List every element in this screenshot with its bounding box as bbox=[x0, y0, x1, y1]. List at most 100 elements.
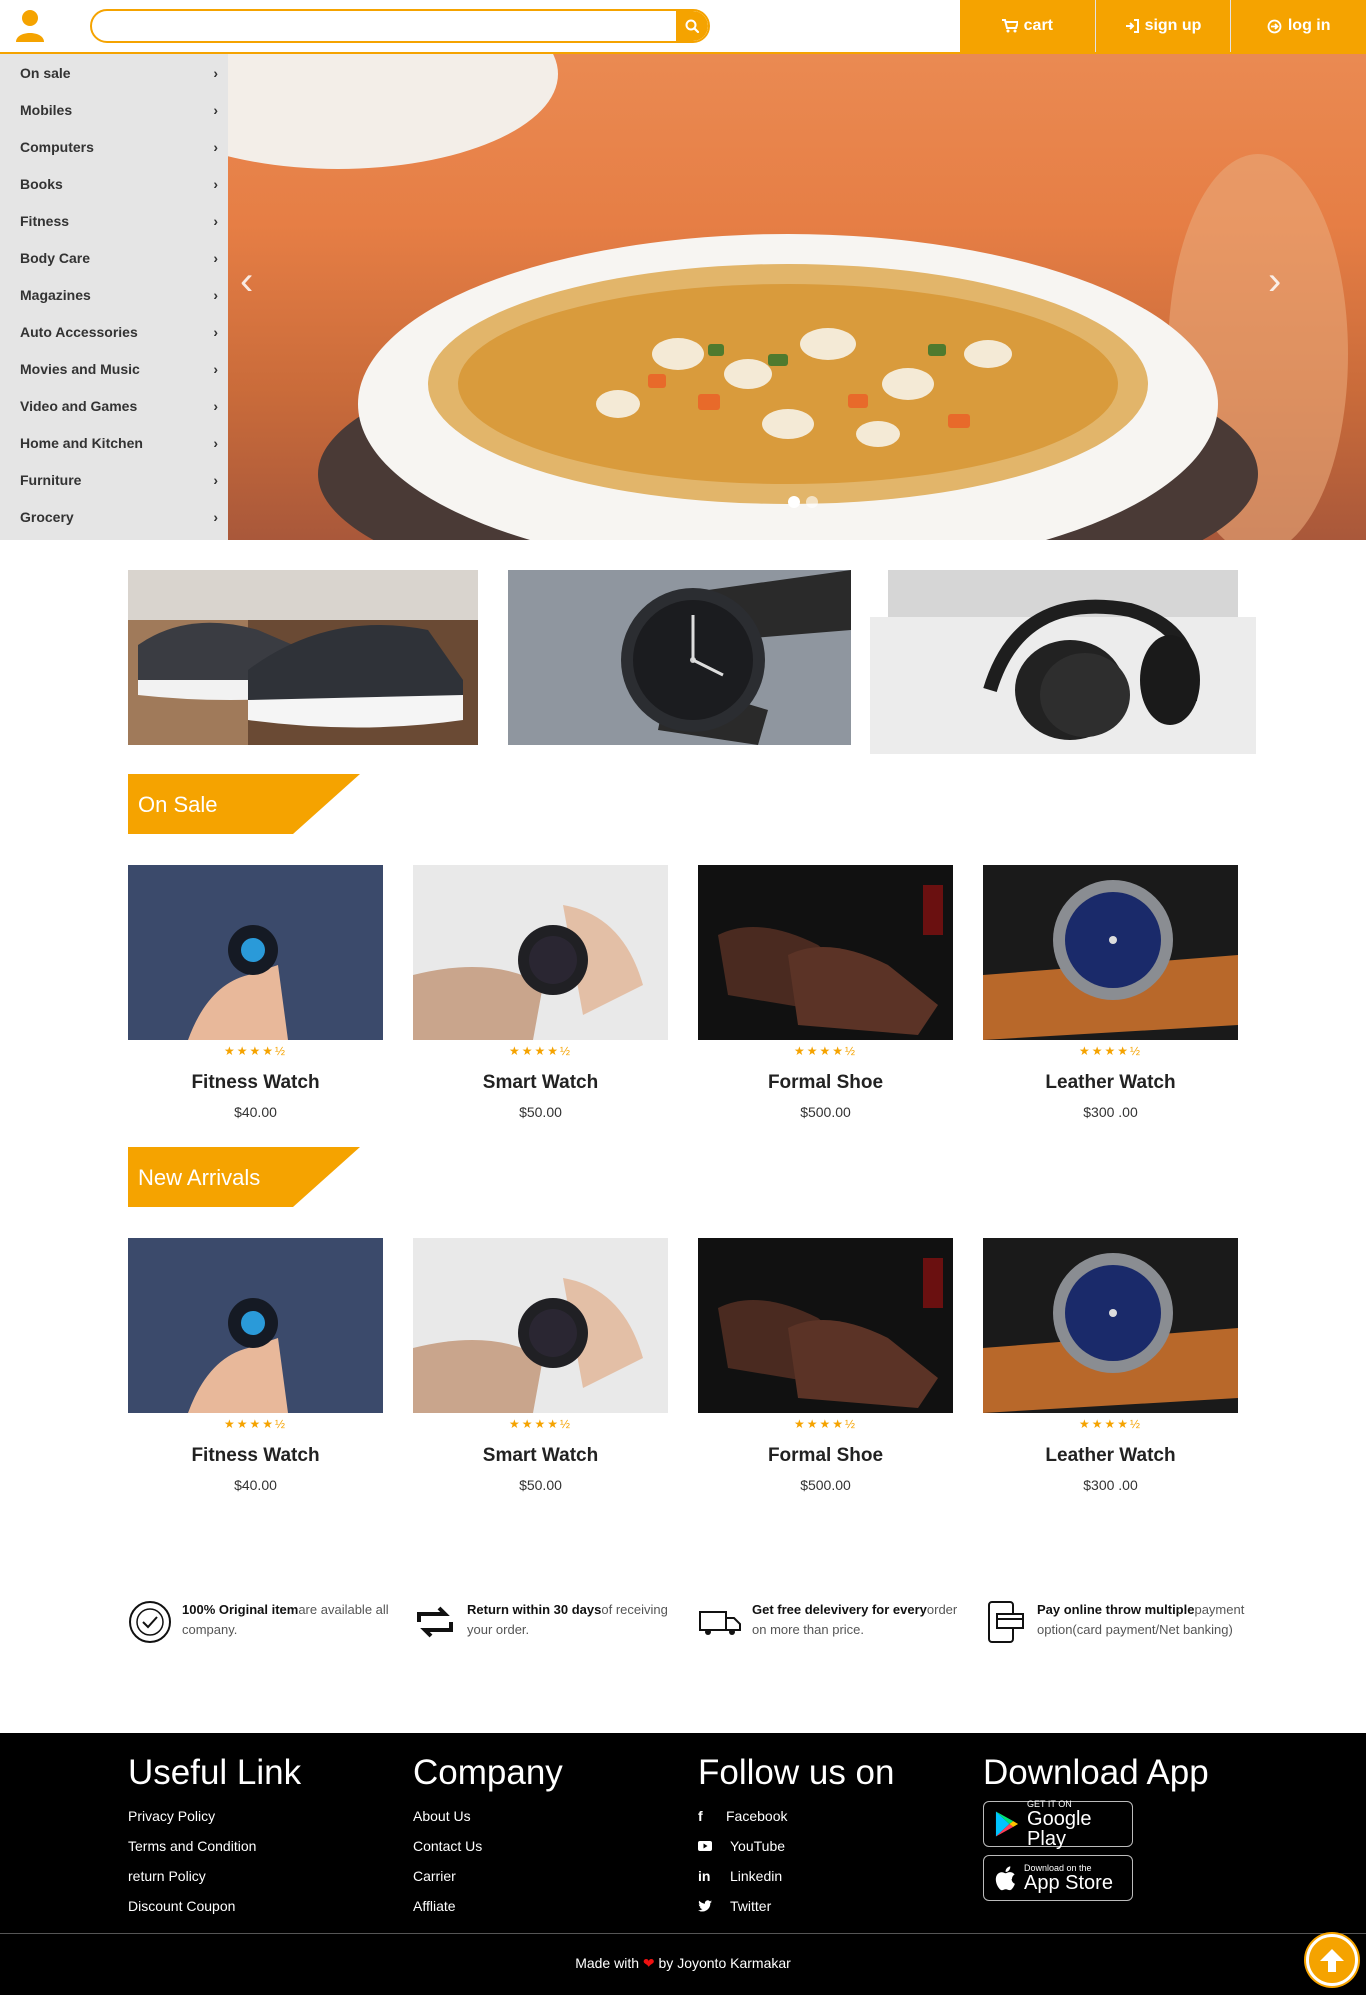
formal-shoe-image[interactable] bbox=[698, 865, 953, 1040]
fitness-watch-image[interactable] bbox=[128, 1238, 383, 1413]
delivery-truck-icon bbox=[699, 1611, 741, 1635]
footer-link-about[interactable]: About Us bbox=[413, 1801, 563, 1831]
sidebar-item-magazines[interactable]: Magazines › bbox=[0, 276, 228, 313]
rating-stars: ★★★★½ bbox=[793, 1044, 858, 1058]
footer-link-carrier[interactable]: Carrier bbox=[413, 1861, 563, 1891]
sidebar-item-label: Video and Games bbox=[20, 397, 138, 414]
product-card[interactable]: ★★★★½ Fitness Watch $40.00 bbox=[128, 865, 383, 1120]
footer-useful-links: Useful Link Privacy Policy Terms and Con… bbox=[128, 1753, 301, 1921]
footer-link-contact[interactable]: Contact Us bbox=[413, 1831, 563, 1861]
google-play-button[interactable]: GET IT ON Google Play bbox=[983, 1799, 1133, 1849]
sidebar-item-video-games[interactable]: Video and Games › bbox=[0, 387, 228, 424]
product-name[interactable]: Leather Watch bbox=[983, 1445, 1238, 1467]
footer-link-terms[interactable]: Terms and Condition bbox=[128, 1831, 301, 1861]
footer-link-youtube[interactable]: YouTube bbox=[698, 1831, 894, 1861]
footer-link-linkedin[interactable]: in Linkedin bbox=[698, 1861, 894, 1891]
product-card[interactable]: ★★★★½ Leather Watch $300 .00 bbox=[983, 1238, 1238, 1493]
headphones-banner[interactable] bbox=[870, 570, 1256, 754]
search-button[interactable] bbox=[676, 11, 708, 41]
leather-watch-image[interactable] bbox=[983, 1238, 1238, 1413]
sidebar-item-mobiles[interactable]: Mobiles › bbox=[0, 91, 228, 128]
footer-link-twitter[interactable]: Twitter bbox=[698, 1891, 894, 1921]
user-icon[interactable] bbox=[14, 8, 46, 42]
product-name[interactable]: Leather Watch bbox=[983, 1072, 1238, 1094]
social-label: YouTube bbox=[730, 1838, 786, 1854]
footer-link-affiliate[interactable]: Affliate bbox=[413, 1891, 563, 1921]
product-card[interactable]: ★★★★½ Smart Watch $50.00 bbox=[413, 865, 668, 1120]
feature-delivery: Get free delevivery for everyorder on mo… bbox=[698, 1600, 968, 1644]
cart-icon bbox=[1001, 19, 1018, 33]
new-arrivals-title: New Arrivals bbox=[138, 1165, 261, 1190]
footer-link-privacy[interactable]: Privacy Policy bbox=[128, 1801, 301, 1831]
product-name[interactable]: Fitness Watch bbox=[128, 1072, 383, 1094]
youtube-icon bbox=[698, 1841, 712, 1851]
sidebar-item-computers[interactable]: Computers › bbox=[0, 128, 228, 165]
sidebar-item-movies-music[interactable]: Movies and Music › bbox=[0, 350, 228, 387]
cart-button[interactable]: cart bbox=[960, 0, 1096, 52]
carousel-next-icon[interactable]: › bbox=[1268, 259, 1281, 304]
footer-follow: Follow us on f Facebook YouTube in Linkedi… bbox=[698, 1753, 894, 1921]
product-card[interactable]: ★★★★½ Formal Shoe $500.00 bbox=[698, 1238, 953, 1493]
scroll-to-top-button[interactable] bbox=[1306, 1934, 1358, 1986]
footer-link-coupon[interactable]: Discount Coupon bbox=[128, 1891, 301, 1921]
product-name[interactable]: Formal Shoe bbox=[698, 1072, 953, 1094]
sneaker-banner[interactable] bbox=[128, 570, 478, 745]
credit-suffix: by Joyonto Karmakar bbox=[658, 1955, 791, 1971]
sidebar-item-on-sale[interactable]: On sale › bbox=[0, 54, 228, 91]
footer-download: Download App GET IT ON Google Play Downlo… bbox=[983, 1753, 1209, 1901]
sidebar-item-label: Magazines bbox=[20, 286, 91, 303]
soup-bowl-image bbox=[228, 54, 1348, 540]
search-input[interactable] bbox=[92, 11, 672, 41]
footer-link-return[interactable]: return Policy bbox=[128, 1861, 301, 1891]
sidebar-item-auto-accessories[interactable]: Auto Accessories › bbox=[0, 313, 228, 350]
smart-watch-image[interactable] bbox=[413, 865, 668, 1040]
sidebar-item-label: Home and Kitchen bbox=[20, 434, 143, 451]
sidebar-item-label: Grocery bbox=[20, 508, 74, 525]
sidebar-item-furniture[interactable]: Furniture › bbox=[0, 461, 228, 498]
footer-link-facebook[interactable]: f Facebook bbox=[698, 1801, 894, 1831]
carousel-dot[interactable] bbox=[806, 496, 818, 508]
product-name[interactable]: Fitness Watch bbox=[128, 1445, 383, 1467]
product-name[interactable]: Smart Watch bbox=[413, 1445, 668, 1467]
app-store-button[interactable]: Download on the App Store bbox=[983, 1855, 1133, 1901]
product-card[interactable]: ★★★★½ Formal Shoe $500.00 bbox=[698, 865, 953, 1120]
sidebar-item-home-kitchen[interactable]: Home and Kitchen › bbox=[0, 424, 228, 461]
carousel-dot[interactable] bbox=[788, 496, 800, 508]
on-sale-title: On Sale bbox=[138, 792, 218, 817]
sidebar-item-label: Mobiles bbox=[20, 101, 73, 118]
leather-watch-image[interactable] bbox=[983, 865, 1238, 1040]
sidebar-item-books[interactable]: Books › bbox=[0, 165, 228, 202]
chevron-right-icon: › bbox=[213, 397, 218, 414]
sign-up-button[interactable]: sign up bbox=[1096, 0, 1232, 52]
smart-watch-image[interactable] bbox=[413, 1238, 668, 1413]
product-card[interactable]: ★★★★½ Fitness Watch $40.00 bbox=[128, 1238, 383, 1493]
product-name[interactable]: Smart Watch bbox=[413, 1072, 668, 1094]
product-card[interactable]: ★★★★½ Smart Watch $50.00 bbox=[413, 1238, 668, 1493]
feature-title: Pay online throw multiple bbox=[1037, 1602, 1195, 1617]
sign-up-label: sign up bbox=[1144, 17, 1202, 34]
log-in-button[interactable]: log in bbox=[1231, 0, 1366, 52]
product-card[interactable]: ★★★★½ Leather Watch $300 .00 bbox=[983, 865, 1238, 1120]
carousel-prev-icon[interactable]: ‹ bbox=[240, 259, 253, 304]
formal-shoe-image[interactable] bbox=[698, 1238, 953, 1413]
heart-icon: ❤ bbox=[642, 1955, 655, 1971]
feature-return: Return within 30 daysof receiving your o… bbox=[413, 1600, 683, 1644]
sidebar-item-label: On sale bbox=[20, 64, 71, 81]
sidebar-item-label: Fitness bbox=[20, 212, 70, 229]
sidebar-item-body-care[interactable]: Body Care › bbox=[0, 239, 228, 276]
sidebar-item-grocery[interactable]: Grocery › bbox=[0, 498, 228, 535]
social-label: Facebook bbox=[726, 1808, 788, 1824]
top-header: cart sign up log in bbox=[0, 0, 1366, 54]
footer-divider bbox=[0, 1933, 1366, 1934]
product-price: $40.00 bbox=[234, 1104, 277, 1120]
product-name[interactable]: Formal Shoe bbox=[698, 1445, 953, 1467]
sidebar-item-label: Furniture bbox=[20, 471, 82, 488]
sidebar-item-fitness[interactable]: Fitness › bbox=[0, 202, 228, 239]
wristwatch-banner[interactable] bbox=[508, 570, 851, 745]
sidebar-item-label: Movies and Music bbox=[20, 360, 140, 377]
search-bar bbox=[90, 9, 710, 43]
rating-stars: ★★★★½ bbox=[1078, 1417, 1143, 1431]
product-price: $500.00 bbox=[800, 1104, 851, 1120]
fitness-watch-image[interactable] bbox=[128, 865, 383, 1040]
sneaker-image bbox=[128, 570, 478, 745]
